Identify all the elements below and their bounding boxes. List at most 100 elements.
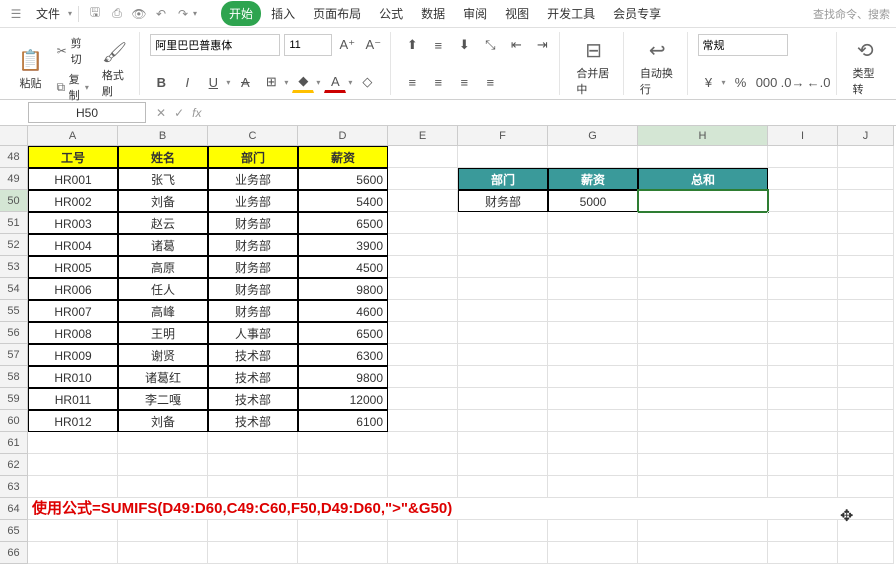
cell-salary[interactable]: 12000: [298, 388, 388, 410]
cell[interactable]: [458, 542, 548, 564]
cell[interactable]: [638, 256, 768, 278]
cell[interactable]: [638, 322, 768, 344]
cell[interactable]: [838, 322, 894, 344]
cell[interactable]: [548, 212, 638, 234]
filter-sum-selected[interactable]: [638, 190, 768, 212]
cell[interactable]: [548, 388, 638, 410]
cell-salary[interactable]: 4500: [298, 256, 388, 278]
cell[interactable]: [388, 388, 458, 410]
cell[interactable]: [838, 388, 894, 410]
row-header-57[interactable]: 57: [0, 344, 28, 366]
row-header-61[interactable]: 61: [0, 432, 28, 454]
cell[interactable]: [838, 344, 894, 366]
cell[interactable]: [458, 146, 548, 168]
paste-button[interactable]: 📋粘贴: [12, 44, 49, 95]
cell[interactable]: [548, 520, 638, 542]
cell-name[interactable]: 赵云: [118, 212, 208, 234]
cell[interactable]: [838, 300, 894, 322]
cell[interactable]: [838, 168, 894, 190]
cell-salary[interactable]: 3900: [298, 234, 388, 256]
cell[interactable]: [388, 234, 458, 256]
column-header-C[interactable]: C: [208, 126, 298, 146]
cell[interactable]: [548, 344, 638, 366]
cell-salary[interactable]: 9800: [298, 366, 388, 388]
row-header-55[interactable]: 55: [0, 300, 28, 322]
italic-button[interactable]: I: [176, 71, 198, 93]
cell-name[interactable]: 高峰: [118, 300, 208, 322]
cell-name[interactable]: 王明: [118, 322, 208, 344]
row-header-49[interactable]: 49: [0, 168, 28, 190]
cell[interactable]: [768, 366, 838, 388]
cell[interactable]: [838, 190, 894, 212]
bold-button[interactable]: B: [150, 71, 172, 93]
cell-dept[interactable]: 业务部: [208, 168, 298, 190]
format-painter-button[interactable]: 🖌格式刷: [96, 36, 133, 103]
column-header-H[interactable]: H: [638, 126, 768, 146]
align-top-icon[interactable]: ⬆: [401, 34, 423, 56]
cell[interactable]: [548, 256, 638, 278]
clear-format-button[interactable]: ◇: [356, 71, 378, 93]
cell[interactable]: [388, 322, 458, 344]
cell[interactable]: [768, 256, 838, 278]
row-header-64[interactable]: 64: [0, 498, 28, 520]
cell[interactable]: [768, 476, 838, 498]
row-header-58[interactable]: 58: [0, 366, 28, 388]
cell[interactable]: [388, 190, 458, 212]
header-dept[interactable]: 部门: [208, 146, 298, 168]
print-icon[interactable]: ⎙: [107, 4, 127, 24]
cell-name[interactable]: 谢贤: [118, 344, 208, 366]
row-header-56[interactable]: 56: [0, 322, 28, 344]
cell[interactable]: [388, 410, 458, 432]
cell[interactable]: [768, 410, 838, 432]
cell[interactable]: [458, 520, 548, 542]
column-header-F[interactable]: F: [458, 126, 548, 146]
cell-id[interactable]: HR004: [28, 234, 118, 256]
header-name[interactable]: 姓名: [118, 146, 208, 168]
type-convert-button[interactable]: ⟲类型转: [847, 34, 884, 101]
cell[interactable]: [548, 234, 638, 256]
cell-id[interactable]: HR010: [28, 366, 118, 388]
align-left-icon[interactable]: ≡: [401, 71, 423, 93]
cell[interactable]: [768, 344, 838, 366]
currency-icon[interactable]: ¥: [698, 71, 720, 93]
cell-salary[interactable]: 6500: [298, 212, 388, 234]
chevron-down-icon[interactable]: ▾: [68, 9, 72, 18]
cell-salary[interactable]: 6500: [298, 322, 388, 344]
row-header-60[interactable]: 60: [0, 410, 28, 432]
column-header-D[interactable]: D: [298, 126, 388, 146]
cell[interactable]: [28, 520, 118, 542]
cell[interactable]: [548, 454, 638, 476]
cell[interactable]: [208, 454, 298, 476]
cell-name[interactable]: 刘备: [118, 410, 208, 432]
preview-icon[interactable]: 👁: [129, 4, 149, 24]
cell[interactable]: [638, 278, 768, 300]
tab-insert[interactable]: 插入: [263, 1, 303, 26]
indent-right-icon[interactable]: ⇥: [531, 34, 553, 56]
cell[interactable]: [768, 212, 838, 234]
cell-id[interactable]: HR006: [28, 278, 118, 300]
decrease-font-icon[interactable]: A⁻: [362, 34, 384, 56]
column-header-G[interactable]: G: [548, 126, 638, 146]
cell-dept[interactable]: 财务部: [208, 256, 298, 278]
cell[interactable]: [208, 542, 298, 564]
tab-view[interactable]: 视图: [497, 1, 537, 26]
save-icon[interactable]: 🖫: [85, 4, 105, 24]
cell[interactable]: [548, 476, 638, 498]
header-id[interactable]: 工号: [28, 146, 118, 168]
cell[interactable]: [548, 432, 638, 454]
cell-dept[interactable]: 业务部: [208, 190, 298, 212]
cell[interactable]: [388, 366, 458, 388]
row-header-63[interactable]: 63: [0, 476, 28, 498]
filter-header-sum[interactable]: 总和: [638, 168, 768, 190]
increase-font-icon[interactable]: A⁺: [336, 34, 358, 56]
cell[interactable]: [768, 432, 838, 454]
column-header-J[interactable]: J: [838, 126, 894, 146]
cell-dept[interactable]: 人事部: [208, 322, 298, 344]
cell[interactable]: [208, 520, 298, 542]
cell[interactable]: [638, 542, 768, 564]
cell[interactable]: [458, 322, 548, 344]
app-menu-icon[interactable]: ☰: [6, 4, 26, 24]
confirm-formula-icon[interactable]: ✓: [174, 106, 184, 120]
cell[interactable]: [638, 388, 768, 410]
filter-header-dept[interactable]: 部门: [458, 168, 548, 190]
